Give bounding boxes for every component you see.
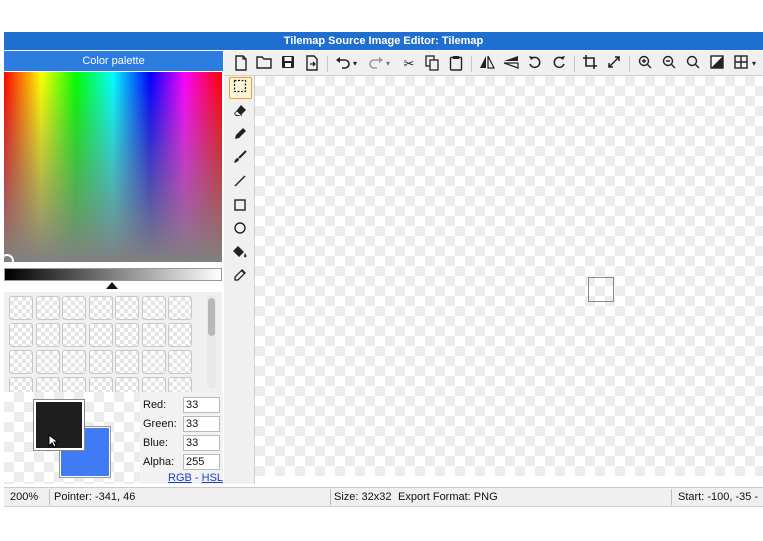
spectrum-handle[interactable] bbox=[0, 254, 14, 268]
palette-swatch[interactable] bbox=[115, 296, 139, 320]
flip-vertical-icon[interactable] bbox=[502, 55, 520, 73]
rotate-right-icon[interactable] bbox=[550, 55, 568, 73]
zoom-reset-icon[interactable] bbox=[684, 55, 702, 73]
color-mode-links: RGB - HSL bbox=[168, 472, 223, 484]
luminance-slider-arrow[interactable] bbox=[106, 282, 118, 289]
image-canvas[interactable] bbox=[255, 76, 763, 476]
zoom-level: 200% bbox=[10, 491, 39, 503]
palette-swatch[interactable] bbox=[168, 323, 192, 347]
flip-horizontal-icon[interactable] bbox=[478, 55, 496, 73]
pencil-tool-icon[interactable] bbox=[231, 127, 249, 145]
redo-icon[interactable] bbox=[367, 55, 385, 73]
window-title: Tilemap Source Image Editor: Tilemap bbox=[4, 32, 763, 50]
luminance-slider[interactable] bbox=[4, 268, 222, 281]
redo-dropdown-icon[interactable]: ▾ bbox=[384, 55, 392, 73]
fill-tool-icon[interactable] bbox=[231, 245, 249, 263]
save-icon[interactable] bbox=[279, 55, 297, 73]
undo-icon[interactable] bbox=[334, 55, 352, 73]
zoom-in-icon[interactable] bbox=[636, 55, 654, 73]
crop-icon[interactable] bbox=[581, 55, 599, 73]
rotate-left-icon[interactable] bbox=[526, 55, 544, 73]
line-tool-icon[interactable] bbox=[231, 174, 249, 192]
status-separator bbox=[330, 489, 331, 505]
green-input[interactable]: 33 bbox=[183, 416, 220, 432]
status-separator bbox=[671, 489, 672, 505]
palette-swatch[interactable] bbox=[88, 296, 113, 320]
status-bar: 200% Pointer: -341, 46 Size: 32x32 Expor… bbox=[4, 487, 763, 506]
resize-icon[interactable] bbox=[605, 55, 623, 73]
palette-swatch[interactable] bbox=[115, 350, 139, 374]
alpha-input[interactable]: 255 bbox=[183, 454, 220, 470]
swatch-scrollbar-thumb[interactable] bbox=[208, 298, 215, 336]
export-icon[interactable] bbox=[303, 55, 321, 73]
palette-swatch[interactable] bbox=[88, 350, 113, 374]
palette-swatch[interactable] bbox=[62, 323, 86, 347]
mode-link-separator: - bbox=[191, 472, 202, 484]
palette-swatch[interactable] bbox=[9, 377, 33, 392]
eraser-tool-icon[interactable] bbox=[231, 104, 249, 122]
palette-swatch[interactable] bbox=[115, 377, 139, 392]
image-size: Size: 32x32 bbox=[334, 491, 392, 503]
ellipse-tool-icon[interactable] bbox=[231, 221, 249, 239]
start-position: Start: -100, -35 - bbox=[678, 491, 759, 503]
palette-header: Color palette bbox=[4, 51, 223, 71]
select-tool-icon[interactable] bbox=[231, 79, 249, 97]
palette-swatch[interactable] bbox=[9, 296, 33, 320]
hsl-mode-link[interactable]: HSL bbox=[202, 472, 223, 484]
toolbar-separator bbox=[574, 56, 575, 72]
window-bottom-border bbox=[4, 506, 763, 507]
red-label: Red: bbox=[143, 399, 167, 411]
palette-swatch[interactable] bbox=[141, 350, 166, 374]
paste-icon[interactable] bbox=[447, 55, 465, 73]
eyedropper-tool-icon[interactable] bbox=[231, 268, 249, 286]
cut-icon[interactable]: ✂ bbox=[400, 55, 418, 73]
palette-swatch[interactable] bbox=[62, 350, 86, 374]
blue-input[interactable]: 33 bbox=[183, 435, 220, 451]
red-input[interactable]: 33 bbox=[183, 397, 220, 413]
mouse-cursor-icon bbox=[48, 434, 60, 448]
zoom-out-icon[interactable] bbox=[660, 55, 678, 73]
palette-swatch[interactable] bbox=[88, 377, 113, 392]
rectangle-tool-icon[interactable] bbox=[231, 198, 249, 216]
grid-dropdown-icon[interactable]: ▾ bbox=[750, 55, 758, 73]
rgb-mode-link[interactable]: RGB bbox=[168, 472, 192, 484]
toolbar-separator bbox=[629, 56, 630, 72]
brush-tool-icon[interactable] bbox=[231, 150, 249, 168]
pointer-position: Pointer: -341, 46 bbox=[54, 491, 136, 503]
toolbar-separator bbox=[327, 56, 328, 72]
new-file-icon[interactable] bbox=[232, 55, 250, 73]
editor-toolbar: ▾ ▾ ✂ ▾ bbox=[224, 51, 763, 76]
blue-label: Blue: bbox=[143, 437, 169, 449]
toolbar-separator bbox=[471, 56, 472, 72]
green-label: Green: bbox=[143, 418, 177, 430]
palette-swatch[interactable] bbox=[35, 296, 60, 320]
palette-swatch[interactable] bbox=[35, 350, 60, 374]
palette-swatch[interactable] bbox=[9, 350, 33, 374]
alpha-label: Alpha: bbox=[143, 456, 175, 468]
palette-swatch[interactable] bbox=[9, 323, 33, 347]
palette-swatch[interactable] bbox=[88, 323, 113, 347]
export-format: Export Format: PNG bbox=[398, 491, 498, 503]
palette-swatch[interactable] bbox=[141, 323, 166, 347]
tile-cursor-outline bbox=[588, 277, 614, 302]
invert-icon[interactable] bbox=[708, 55, 726, 73]
copy-icon[interactable] bbox=[423, 55, 441, 73]
palette-swatch[interactable] bbox=[115, 323, 139, 347]
palette-swatch[interactable] bbox=[141, 296, 166, 320]
palette-swatch[interactable] bbox=[168, 377, 192, 392]
status-separator bbox=[49, 489, 50, 505]
palette-swatch[interactable] bbox=[35, 323, 60, 347]
palette-swatch[interactable] bbox=[168, 296, 192, 320]
grid-icon[interactable] bbox=[732, 55, 750, 73]
palette-swatch[interactable] bbox=[62, 377, 86, 392]
swatch-grid bbox=[4, 292, 222, 392]
undo-dropdown-icon[interactable]: ▾ bbox=[351, 55, 359, 73]
palette-swatch[interactable] bbox=[168, 350, 192, 374]
open-folder-icon[interactable] bbox=[255, 55, 273, 73]
palette-swatch[interactable] bbox=[141, 377, 166, 392]
palette-swatch[interactable] bbox=[62, 296, 86, 320]
palette-swatch[interactable] bbox=[35, 377, 60, 392]
color-spectrum[interactable] bbox=[4, 72, 222, 262]
